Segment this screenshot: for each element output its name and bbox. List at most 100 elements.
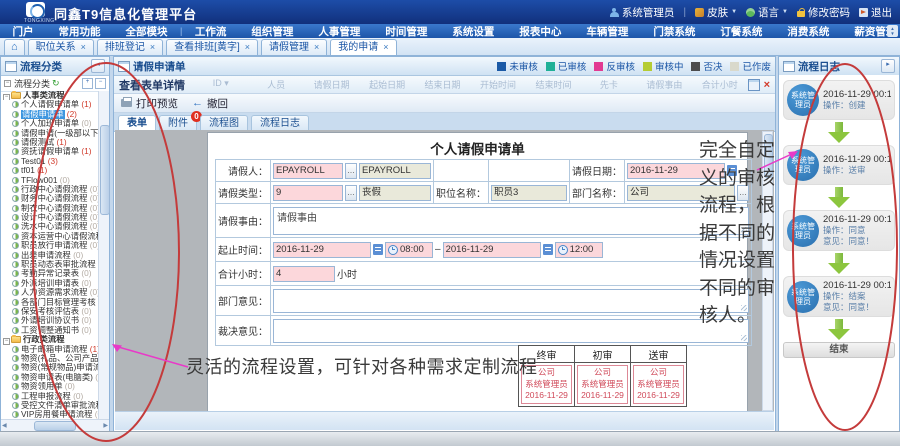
- tab-flowchart[interactable]: 流程图: [200, 115, 248, 131]
- tree-item[interactable]: 请假申请(一级部以下) (0): [3, 129, 101, 138]
- tree-item[interactable]: tf01 (1): [3, 166, 101, 175]
- tree-item[interactable]: TFlow001 (0): [3, 176, 101, 185]
- menu-item-5[interactable]: 组织管理: [239, 24, 306, 39]
- tree-item[interactable]: 外派培训申请表 (0): [3, 279, 101, 288]
- tree-item[interactable]: 电子邮箱申请流程 (1): [3, 345, 101, 354]
- tab-attachment[interactable]: 附件0: [159, 115, 197, 131]
- menu-item-4[interactable]: 工作流: [182, 24, 239, 39]
- tree-root-expander-icon[interactable]: −: [4, 80, 11, 87]
- tree-item[interactable]: VIP房用餐申请流程 (0): [3, 410, 101, 419]
- dialog-close-icon[interactable]: ×: [764, 80, 770, 90]
- type-lookup-button[interactable]: …: [345, 185, 357, 201]
- tree-item[interactable]: 工程申报流程 (0): [3, 392, 101, 401]
- home-tab[interactable]: ⌂: [4, 39, 25, 55]
- menu-item-11[interactable]: 门禁系统: [641, 24, 708, 39]
- menu-scroll-buttons[interactable]: ▲▼: [887, 25, 898, 37]
- menu-item-13[interactable]: 消费系统: [775, 24, 842, 39]
- print-preview-button[interactable]: 打印预览: [121, 96, 178, 111]
- menu-item-8[interactable]: 系统设置: [440, 24, 507, 39]
- language-menu[interactable]: 语言▼: [746, 5, 788, 20]
- tab-close-icon[interactable]: ×: [383, 40, 388, 55]
- expander-icon[interactable]: −: [3, 338, 10, 344]
- menu-item-1[interactable]: 门户: [0, 24, 46, 39]
- flow-end-node[interactable]: 结束: [783, 342, 895, 358]
- logout-button[interactable]: 退出: [859, 5, 892, 20]
- change-password-button[interactable]: 修改密码: [797, 5, 850, 20]
- tree-item[interactable]: 职员放行申请流程 (0): [3, 241, 101, 250]
- form-vertical-scrollbar[interactable]: [762, 131, 773, 411]
- scroll-right-icon[interactable]: ▶: [103, 422, 108, 429]
- final-opinion-textarea[interactable]: [273, 319, 749, 343]
- sidebar-collapse-button[interactable]: ◂: [91, 59, 105, 73]
- tree-item[interactable]: 考勤异常记录表 (0): [3, 269, 101, 278]
- tree-item[interactable]: 洗水中心请假流程 (0): [3, 222, 101, 231]
- tree-item[interactable]: 外请培训协议书 (0): [3, 316, 101, 325]
- tree-item[interactable]: 设计中心请假流程 (0): [3, 213, 101, 222]
- tree-item[interactable]: 资本运营中心请假流程 (0): [3, 232, 101, 241]
- tree-item[interactable]: 行政中心请假流程 (0): [3, 185, 101, 194]
- tree-item[interactable]: 物资(常规物品)申请流 (0): [3, 363, 101, 372]
- tree-item[interactable]: 资抚请假申请单 (1): [3, 147, 101, 156]
- tab-flowlog[interactable]: 流程日志: [251, 115, 309, 131]
- end-time-input[interactable]: 12:00: [555, 242, 603, 258]
- tree-item[interactable]: Test01 (3): [3, 157, 101, 166]
- skin-menu[interactable]: 皮肤▼: [695, 5, 737, 20]
- tab-close-icon[interactable]: ×: [245, 40, 250, 55]
- tree-item[interactable]: 各部门目标管理考核 (0): [3, 298, 101, 307]
- window-tab[interactable]: 查看排班[黄字]×: [166, 39, 258, 55]
- tree-item[interactable]: 个人请假申请单 (1): [3, 100, 101, 109]
- tree-item[interactable]: 出差申请流程 (0): [3, 251, 101, 260]
- scrollbar-thumb[interactable]: [100, 125, 110, 215]
- tree-item[interactable]: 物资领用单 (0): [3, 382, 101, 391]
- dept-lookup-button[interactable]: …: [737, 185, 749, 201]
- leave-date-input[interactable]: 2016-11-29: [627, 163, 725, 179]
- tree-item[interactable]: 物资申请表(电脑类) (0): [3, 373, 101, 382]
- scrollbar-thumb[interactable]: [34, 421, 76, 431]
- calendar-icon[interactable]: [543, 244, 553, 255]
- window-tab[interactable]: 排班登记×: [97, 39, 163, 55]
- leave-person-name-input[interactable]: EPAYROLL: [359, 163, 431, 179]
- window-tab[interactable]: 我的申请×: [330, 39, 396, 55]
- calendar-icon[interactable]: [727, 165, 737, 176]
- menu-item-10[interactable]: 车辆管理: [574, 24, 641, 39]
- flow-log-collapse-button[interactable]: ▸: [881, 59, 895, 73]
- reason-textarea[interactable]: 请假事由: [273, 207, 749, 235]
- start-time-input[interactable]: 08:00: [385, 242, 433, 258]
- tree-item[interactable]: 职员动态表审批流程 (0): [3, 260, 101, 269]
- menu-item-3[interactable]: 全部模块: [113, 24, 180, 39]
- calendar-icon[interactable]: [373, 244, 383, 255]
- tree-group[interactable]: −人事类流程: [3, 91, 101, 100]
- menu-item-6[interactable]: 人事管理: [306, 24, 373, 39]
- dept-input[interactable]: 公司: [627, 185, 735, 201]
- tree-group[interactable]: −行政类流程: [3, 335, 101, 344]
- dept-opinion-textarea[interactable]: [273, 289, 749, 313]
- start-date-input[interactable]: 2016-11-29: [273, 242, 371, 258]
- tab-close-icon[interactable]: ×: [314, 40, 319, 55]
- current-user[interactable]: 系统管理员: [610, 5, 675, 20]
- refresh-icon[interactable]: ↻: [52, 78, 60, 89]
- tab-close-icon[interactable]: ×: [150, 40, 155, 55]
- collapse-all-icon[interactable]: −: [95, 78, 106, 89]
- scroll-left-icon[interactable]: ◀: [2, 422, 7, 429]
- hours-input[interactable]: 4: [273, 266, 335, 282]
- tab-form[interactable]: 表单: [118, 115, 156, 131]
- expand-all-icon[interactable]: +: [82, 78, 93, 89]
- tree-item[interactable]: 请假申请单 (2): [3, 110, 101, 119]
- tree-item[interactable]: 财务中心请假流程 (0): [3, 194, 101, 203]
- tab-close-icon[interactable]: ×: [81, 40, 86, 55]
- menu-item-9[interactable]: 报表中心: [507, 24, 574, 39]
- sidebar-horizontal-scrollbar[interactable]: ◀ ▶: [1, 419, 109, 431]
- menu-item-7[interactable]: 时间管理: [373, 24, 440, 39]
- end-date-input[interactable]: 2016-11-29: [443, 242, 541, 258]
- recall-button[interactable]: ←撤回: [192, 96, 228, 111]
- leave-person-code-input[interactable]: EPAYROLL: [273, 163, 343, 179]
- person-lookup-button[interactable]: …: [345, 163, 357, 179]
- window-tab[interactable]: 请假管理×: [261, 39, 327, 55]
- menu-item-2[interactable]: 常用功能: [46, 24, 113, 39]
- position-input[interactable]: 职员3: [491, 185, 567, 201]
- menu-item-12[interactable]: 订餐系统: [708, 24, 775, 39]
- tree-item[interactable]: 受控文件清单审批流程 (0): [3, 401, 101, 410]
- tree-item[interactable]: 人力资源需求流程 (0): [3, 288, 101, 297]
- window-tab[interactable]: 职位关系×: [28, 39, 94, 55]
- sidebar-vertical-scrollbar[interactable]: [98, 91, 109, 419]
